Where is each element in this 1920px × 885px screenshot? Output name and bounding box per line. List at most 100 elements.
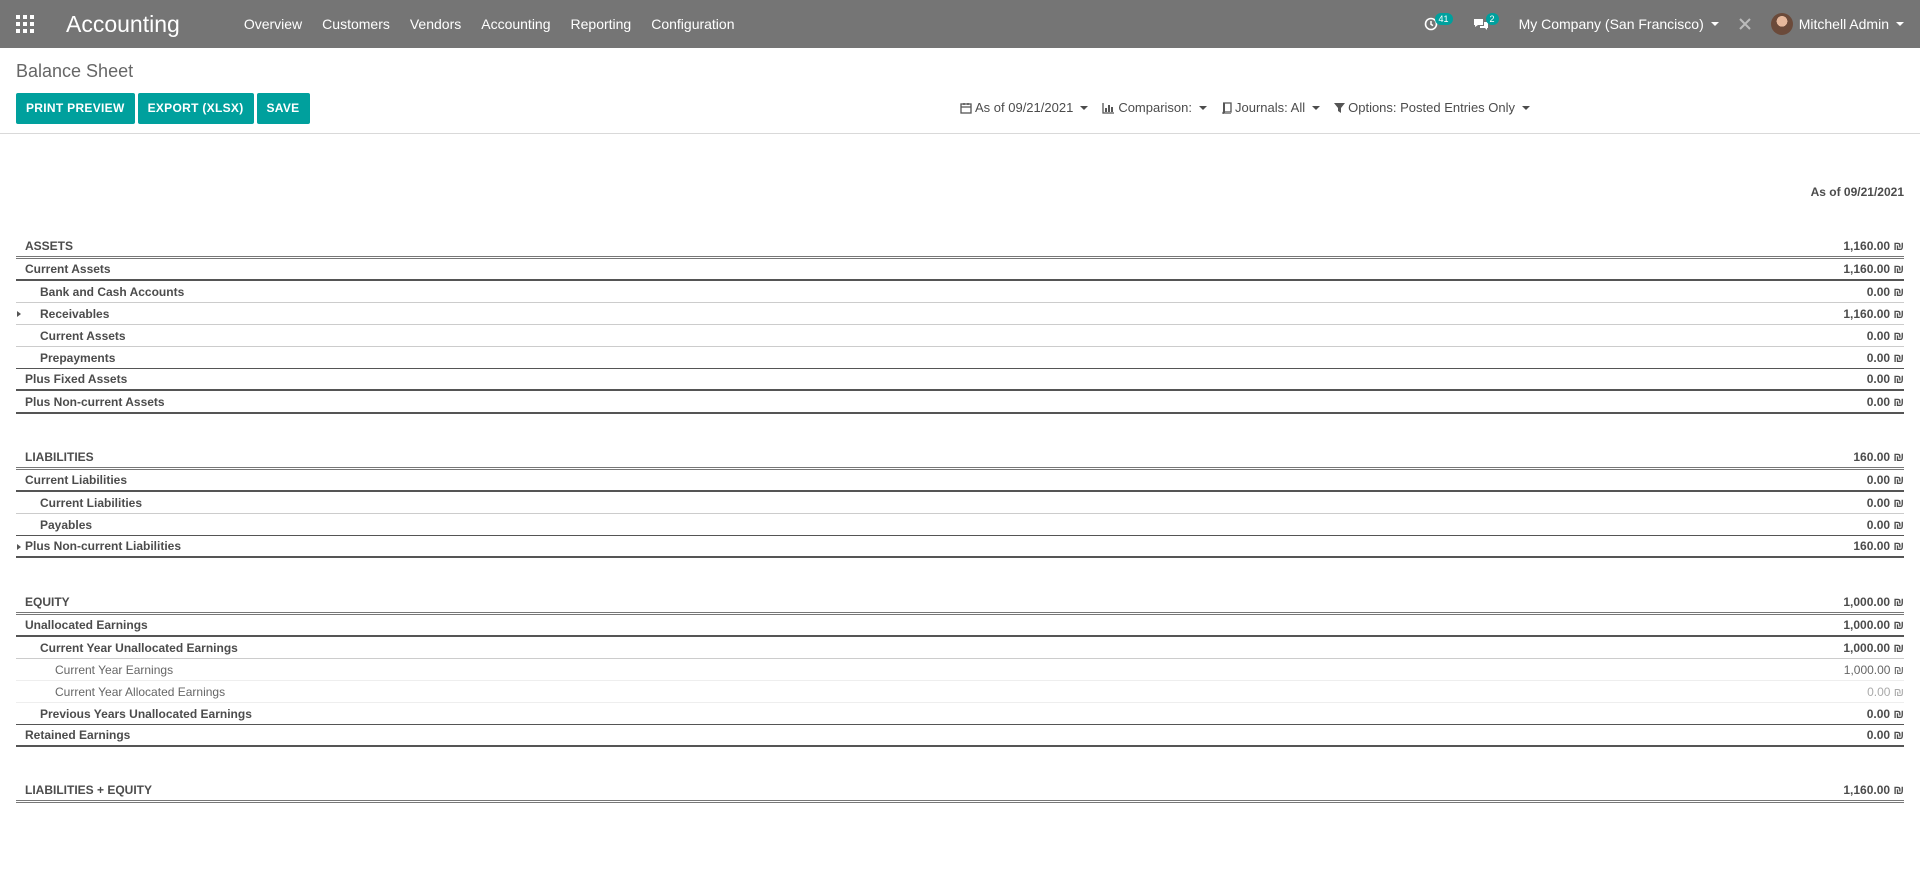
- report-line-current-year-allocated[interactable]: Current Year Allocated Earnings 0.00 ₪: [16, 681, 1904, 703]
- report-line-liabilities-equity: LIABILITIES + EQUITY 1,160.00 ₪: [16, 779, 1904, 803]
- line-amount: 0.00 ₪: [1866, 495, 1904, 510]
- report-line-fixed-assets[interactable]: Plus Fixed Assets 0.00 ₪: [16, 369, 1904, 391]
- journals-filter-label: Journals: All: [1235, 100, 1306, 115]
- activity-badge: 41: [1434, 13, 1453, 25]
- line-amount: 0.00 ₪: [1866, 372, 1904, 386]
- chevron-down-icon: [1312, 105, 1321, 110]
- expand-caret-icon[interactable]: [17, 311, 21, 317]
- print-preview-button[interactable]: PRINT PREVIEW: [16, 93, 135, 124]
- report-line-non-current-assets[interactable]: Plus Non-current Assets 0.00 ₪: [16, 392, 1904, 414]
- line-amount: 160.00 ₪: [1853, 539, 1904, 553]
- chevron-down-icon: [1522, 105, 1531, 110]
- line-amount: 0.00 ₪: [1866, 350, 1904, 365]
- report-line-current-liabilities-sub[interactable]: Current Liabilities 0.00 ₪: [16, 492, 1904, 514]
- report-line-current-assets-sub[interactable]: Current Assets 0.00 ₪: [16, 325, 1904, 347]
- app-brand[interactable]: Accounting: [50, 11, 194, 38]
- apps-menu-icon[interactable]: [0, 0, 50, 48]
- line-amount: 160.00 ₪: [1853, 449, 1904, 464]
- line-label: Receivables: [40, 306, 110, 321]
- chevron-down-icon: [1710, 22, 1719, 26]
- report-line-assets: ASSETS 1,160.00 ₪: [16, 235, 1904, 259]
- company-name: My Company (San Francisco): [1518, 16, 1704, 32]
- expand-caret-icon[interactable]: [17, 544, 21, 550]
- date-filter-label: As of 09/21/2021: [975, 100, 1074, 115]
- date-filter[interactable]: As of 09/21/2021: [960, 100, 1089, 115]
- line-amount: 0.00 ₪: [1866, 328, 1904, 343]
- line-label: Bank and Cash Accounts: [40, 284, 185, 299]
- report-line-equity: EQUITY 1,000.00 ₪: [16, 591, 1904, 615]
- chevron-down-icon: [1080, 105, 1089, 110]
- line-label: Previous Years Unallocated Earnings: [40, 706, 252, 721]
- bar-chart-icon: [1102, 102, 1115, 114]
- systray: 41 2 My Company (San Francisco) Mitchell…: [1414, 0, 1920, 48]
- options-filter[interactable]: Options: Posted Entries Only: [1334, 100, 1531, 115]
- activity-button[interactable]: 41: [1414, 13, 1463, 31]
- tools-icon: [1739, 18, 1751, 30]
- comparison-filter[interactable]: Comparison:: [1102, 100, 1208, 115]
- line-label: ASSETS: [25, 238, 74, 253]
- calendar-icon: [960, 102, 972, 114]
- line-amount: 1,160.00 ₪: [1843, 306, 1904, 321]
- line-label: Unallocated Earnings: [25, 618, 148, 632]
- avatar: [1770, 13, 1793, 35]
- report-line-liabilities: LIABILITIES 160.00 ₪: [16, 446, 1904, 470]
- line-label: Retained Earnings: [25, 728, 131, 742]
- report-line-unallocated-earnings[interactable]: Unallocated Earnings 1,000.00 ₪: [16, 615, 1904, 637]
- report-line-non-current-liabilities[interactable]: Plus Non-current Liabilities 160.00 ₪: [16, 536, 1904, 558]
- journals-filter[interactable]: Journals: All: [1221, 100, 1321, 115]
- menu-vendors[interactable]: Vendors: [400, 0, 471, 48]
- debug-tools[interactable]: [1729, 18, 1761, 30]
- column-header: As of 09/21/2021: [1810, 185, 1904, 199]
- menu-overview[interactable]: Overview: [234, 0, 312, 48]
- line-label: Current Liabilities: [25, 473, 128, 487]
- control-panel: Balance Sheet PRINT PREVIEW EXPORT (XLSX…: [0, 48, 1920, 134]
- chevron-down-icon: [1199, 105, 1208, 110]
- user-menu[interactable]: Mitchell Admin: [1761, 13, 1920, 35]
- line-label: Current Assets: [25, 262, 111, 276]
- report-line-previous-years-unallocated[interactable]: Previous Years Unallocated Earnings 0.00 …: [16, 703, 1904, 725]
- report-line-retained-earnings[interactable]: Retained Earnings 0.00 ₪: [16, 725, 1904, 747]
- report-line-current-year-unallocated[interactable]: Current Year Unallocated Earnings 1,000.0…: [16, 637, 1904, 659]
- report-filters: As of 09/21/2021 Comparison: Journals: A…: [960, 100, 1544, 115]
- line-label: Current Assets: [40, 328, 126, 343]
- report-line-prepayments[interactable]: Prepayments 0.00 ₪: [16, 347, 1904, 369]
- line-amount: 0.00 ₪: [1867, 684, 1904, 699]
- save-button[interactable]: SAVE: [256, 93, 310, 124]
- line-label: Current Year Allocated Earnings: [55, 684, 226, 699]
- action-buttons: PRINT PREVIEW EXPORT (XLSX) SAVE: [16, 93, 310, 124]
- menu-configuration[interactable]: Configuration: [641, 0, 744, 48]
- comparison-filter-label: Comparison:: [1118, 100, 1193, 115]
- line-label: EQUITY: [25, 594, 70, 609]
- book-icon: [1222, 101, 1232, 114]
- line-amount: 1,000.00 ₪: [1843, 640, 1904, 655]
- menu-accounting[interactable]: Accounting: [471, 0, 560, 48]
- line-label: Plus Non-current Assets: [25, 395, 165, 409]
- report-line-current-liabilities[interactable]: Current Liabilities 0.00 ₪: [16, 470, 1904, 492]
- line-amount: 1,160.00 ₪: [1843, 782, 1904, 797]
- messaging-button[interactable]: 2: [1463, 13, 1509, 31]
- export-xlsx-button[interactable]: EXPORT (XLSX): [137, 93, 254, 124]
- line-amount: 0.00 ₪: [1866, 473, 1904, 487]
- line-label: Plus Fixed Assets: [25, 372, 128, 386]
- line-amount: 0.00 ₪: [1866, 517, 1904, 532]
- line-label: Plus Non-current Liabilities: [25, 539, 182, 553]
- report-line-bank-cash[interactable]: Bank and Cash Accounts 0.00 ₪: [16, 281, 1904, 303]
- line-amount: 0.00 ₪: [1866, 284, 1904, 299]
- line-label: Current Liabilities: [40, 495, 143, 510]
- user-name: Mitchell Admin: [1798, 16, 1889, 32]
- report-line-payables[interactable]: Payables 0.00 ₪: [16, 514, 1904, 536]
- menu-customers[interactable]: Customers: [312, 0, 400, 48]
- line-amount: 1,000.00 ₪: [1843, 594, 1904, 609]
- report-line-current-assets[interactable]: Current Assets 1,160.00 ₪: [16, 259, 1904, 281]
- top-navbar: Accounting Overview Customers Vendors Ac…: [0, 0, 1920, 48]
- line-amount: 1,000.00 ₪: [1843, 662, 1904, 677]
- report-line-receivables[interactable]: Receivables 1,160.00 ₪: [16, 303, 1904, 325]
- page-title: Balance Sheet: [16, 61, 134, 81]
- chevron-down-icon: [1896, 22, 1904, 26]
- report-line-current-year-earnings[interactable]: Current Year Earnings 1,000.00 ₪: [16, 659, 1904, 681]
- company-switcher[interactable]: My Company (San Francisco): [1509, 16, 1729, 32]
- messages-badge: 2: [1485, 13, 1499, 25]
- menu-reporting[interactable]: Reporting: [561, 0, 642, 48]
- filter-icon: [1334, 102, 1346, 113]
- line-amount: 0.00 ₪: [1866, 728, 1904, 742]
